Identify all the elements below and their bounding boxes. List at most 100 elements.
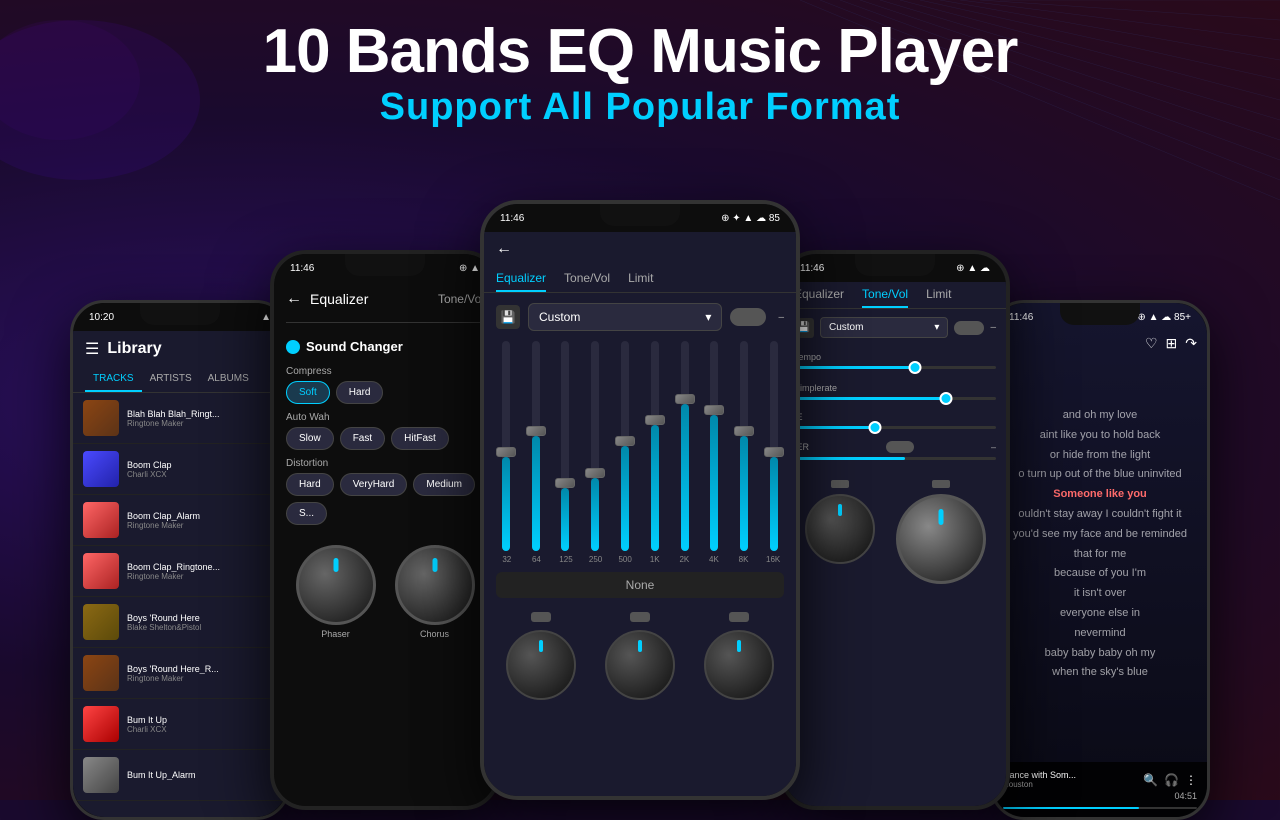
knobs-row-4 [784, 466, 1006, 584]
eq-handle-250[interactable] [585, 468, 605, 478]
eq-track-500[interactable] [621, 341, 629, 551]
tab-lim-4[interactable]: Limit [926, 282, 951, 308]
phones-container: 10:20 ▲ ☰ Library TRACKS ARTISTS ALBUMS [0, 190, 1280, 800]
bottom-knob-3[interactable] [704, 630, 774, 700]
knob-slider-3[interactable] [729, 612, 749, 622]
soft-dist-button[interactable]: S... [286, 502, 327, 525]
list-item[interactable]: Boom Clap_Ringtone... Ringtone Maker [73, 546, 287, 597]
list-item[interactable]: Boys 'Round Here_R... Ringtone Maker [73, 648, 287, 699]
knob-1-container [506, 612, 576, 700]
eq-icon[interactable]: ⊞ [1166, 335, 1178, 352]
eq-handle-2k[interactable] [675, 394, 695, 404]
notch-5 [1060, 303, 1140, 325]
eq-track-64[interactable] [532, 341, 540, 551]
status-icons-4: ⊕ ▲ ☁ [956, 263, 990, 274]
eq-handle-64[interactable] [526, 426, 546, 436]
ier-minus: – [991, 442, 996, 452]
eq-track-1k[interactable] [651, 341, 659, 551]
list-item[interactable]: Boom Clap_Alarm Ringtone Maker [73, 495, 287, 546]
eq-track-8k[interactable] [740, 341, 748, 551]
list-item[interactable]: Boys 'Round Here Blake Shelton&Pistol [73, 597, 287, 648]
knob-slider-2[interactable] [630, 612, 650, 622]
list-item[interactable]: Boom Clap Charli XCX [73, 444, 287, 495]
list-item[interactable]: Blah Blah Blah_Ringt... Ringtone Maker [73, 393, 287, 444]
tab-equalizer-3[interactable]: Equalizer [496, 266, 546, 292]
minus-4: – [990, 322, 996, 333]
eq-handle-16k[interactable] [764, 447, 784, 457]
freq-label-32: 32 [492, 555, 522, 564]
list-item[interactable]: Bum It Up_Alarm [73, 750, 287, 801]
preset-select-4[interactable]: Custom ▾ [820, 317, 948, 338]
tone-vol-label[interactable]: Tone/Vol [438, 292, 484, 306]
eq-handle-500[interactable] [615, 436, 635, 446]
back-button-3[interactable]: ← [496, 240, 512, 258]
tempo-thumb[interactable] [909, 361, 922, 374]
eq-toggle[interactable] [730, 308, 766, 326]
ier-slider[interactable] [794, 457, 996, 460]
hitfast-button[interactable]: HitFast [391, 427, 449, 450]
menu-icon[interactable]: ☰ [85, 339, 99, 359]
eq-track-250[interactable] [591, 341, 599, 551]
playlist-icon[interactable]: ↷ [1185, 335, 1197, 352]
back-button-2[interactable]: ← [286, 290, 302, 308]
tab-albums[interactable]: ALBUMS [200, 367, 257, 392]
track-name: Boys 'Round Here [127, 613, 277, 623]
distortion-label: Distortion [274, 450, 496, 473]
eq-track-2k[interactable] [681, 341, 689, 551]
tab-tonevol-3[interactable]: Tone/Vol [564, 266, 610, 292]
fast-button[interactable]: Fast [340, 427, 385, 450]
bottom-knobs-3 [484, 602, 796, 700]
tempo-slider[interactable] [794, 366, 996, 369]
slow-button[interactable]: Slow [286, 427, 334, 450]
lyric-line-10: everyone else in [1005, 604, 1195, 624]
heart-icon[interactable]: ♡ [1145, 335, 1158, 352]
medium-button[interactable]: Medium [413, 473, 475, 496]
preset-select[interactable]: Custom ▾ [528, 303, 722, 331]
soft-button[interactable]: Soft [286, 381, 330, 404]
lyrics-screen: 11:46 ⊕ ▲ ☁ 85+ ♡ ⊞ ↷ and oh my love ain… [993, 303, 1207, 817]
tab-artists[interactable]: ARTISTS [142, 367, 200, 392]
simplerate-slider[interactable] [794, 397, 996, 400]
eq-track-32[interactable] [502, 341, 510, 551]
tab-tv-4[interactable]: Tone/Vol [862, 282, 908, 308]
simplerate-thumb[interactable] [939, 392, 952, 405]
search-icon-np[interactable]: 🔍 [1143, 773, 1158, 787]
more-icon[interactable]: ⋮ [1185, 773, 1197, 787]
eq-handle-125[interactable] [555, 478, 575, 488]
eq-handle-32[interactable] [496, 447, 516, 457]
ie-thumb[interactable] [868, 421, 881, 434]
ie-slider[interactable] [794, 426, 996, 429]
ier-header: IER – [794, 441, 996, 453]
eq-handle-8k[interactable] [734, 426, 754, 436]
knob-mini-1 [831, 480, 849, 488]
veryhard-button[interactable]: VeryHard [340, 473, 408, 496]
knob-3-container [704, 612, 774, 700]
tab-eq-4[interactable]: Equalizer [794, 282, 844, 308]
list-item[interactable]: Bum It Up Charli XCX [73, 699, 287, 750]
eq-handle-4k[interactable] [704, 405, 724, 415]
eq-handle-1k[interactable] [645, 415, 665, 425]
status-time-1: 10:20 [89, 312, 114, 323]
knob-4-2 [896, 480, 986, 584]
phaser-knob[interactable] [296, 545, 376, 625]
large-center-knob[interactable] [896, 494, 986, 584]
eq-track-4k[interactable] [710, 341, 718, 551]
tab-tracks[interactable]: TRACKS [85, 367, 142, 392]
bottom-knob-2[interactable] [605, 630, 675, 700]
eq-track-125[interactable] [561, 341, 569, 551]
hard-button[interactable]: Hard [336, 381, 384, 404]
chorus-knob[interactable] [395, 545, 475, 625]
ier-toggle[interactable] [886, 441, 914, 453]
lyrics-content: and oh my love aint like you to hold bac… [993, 356, 1207, 683]
hard-dist-button[interactable]: Hard [286, 473, 334, 496]
headphone-icon[interactable]: 🎧 [1164, 773, 1179, 787]
tab-limit-3[interactable]: Limit [628, 266, 653, 292]
bottom-knob-1[interactable] [506, 630, 576, 700]
tone-knob-1[interactable] [805, 494, 875, 564]
eq-track-16k[interactable] [770, 341, 778, 551]
eq-bar-col-8k [730, 341, 758, 551]
knob-slider-1[interactable] [531, 612, 551, 622]
lyric-line-6: you'd see my face and be reminded [1005, 525, 1195, 545]
toggle-4[interactable] [954, 321, 984, 335]
status-icons-5: ⊕ ▲ ☁ 85+ [1137, 312, 1191, 323]
